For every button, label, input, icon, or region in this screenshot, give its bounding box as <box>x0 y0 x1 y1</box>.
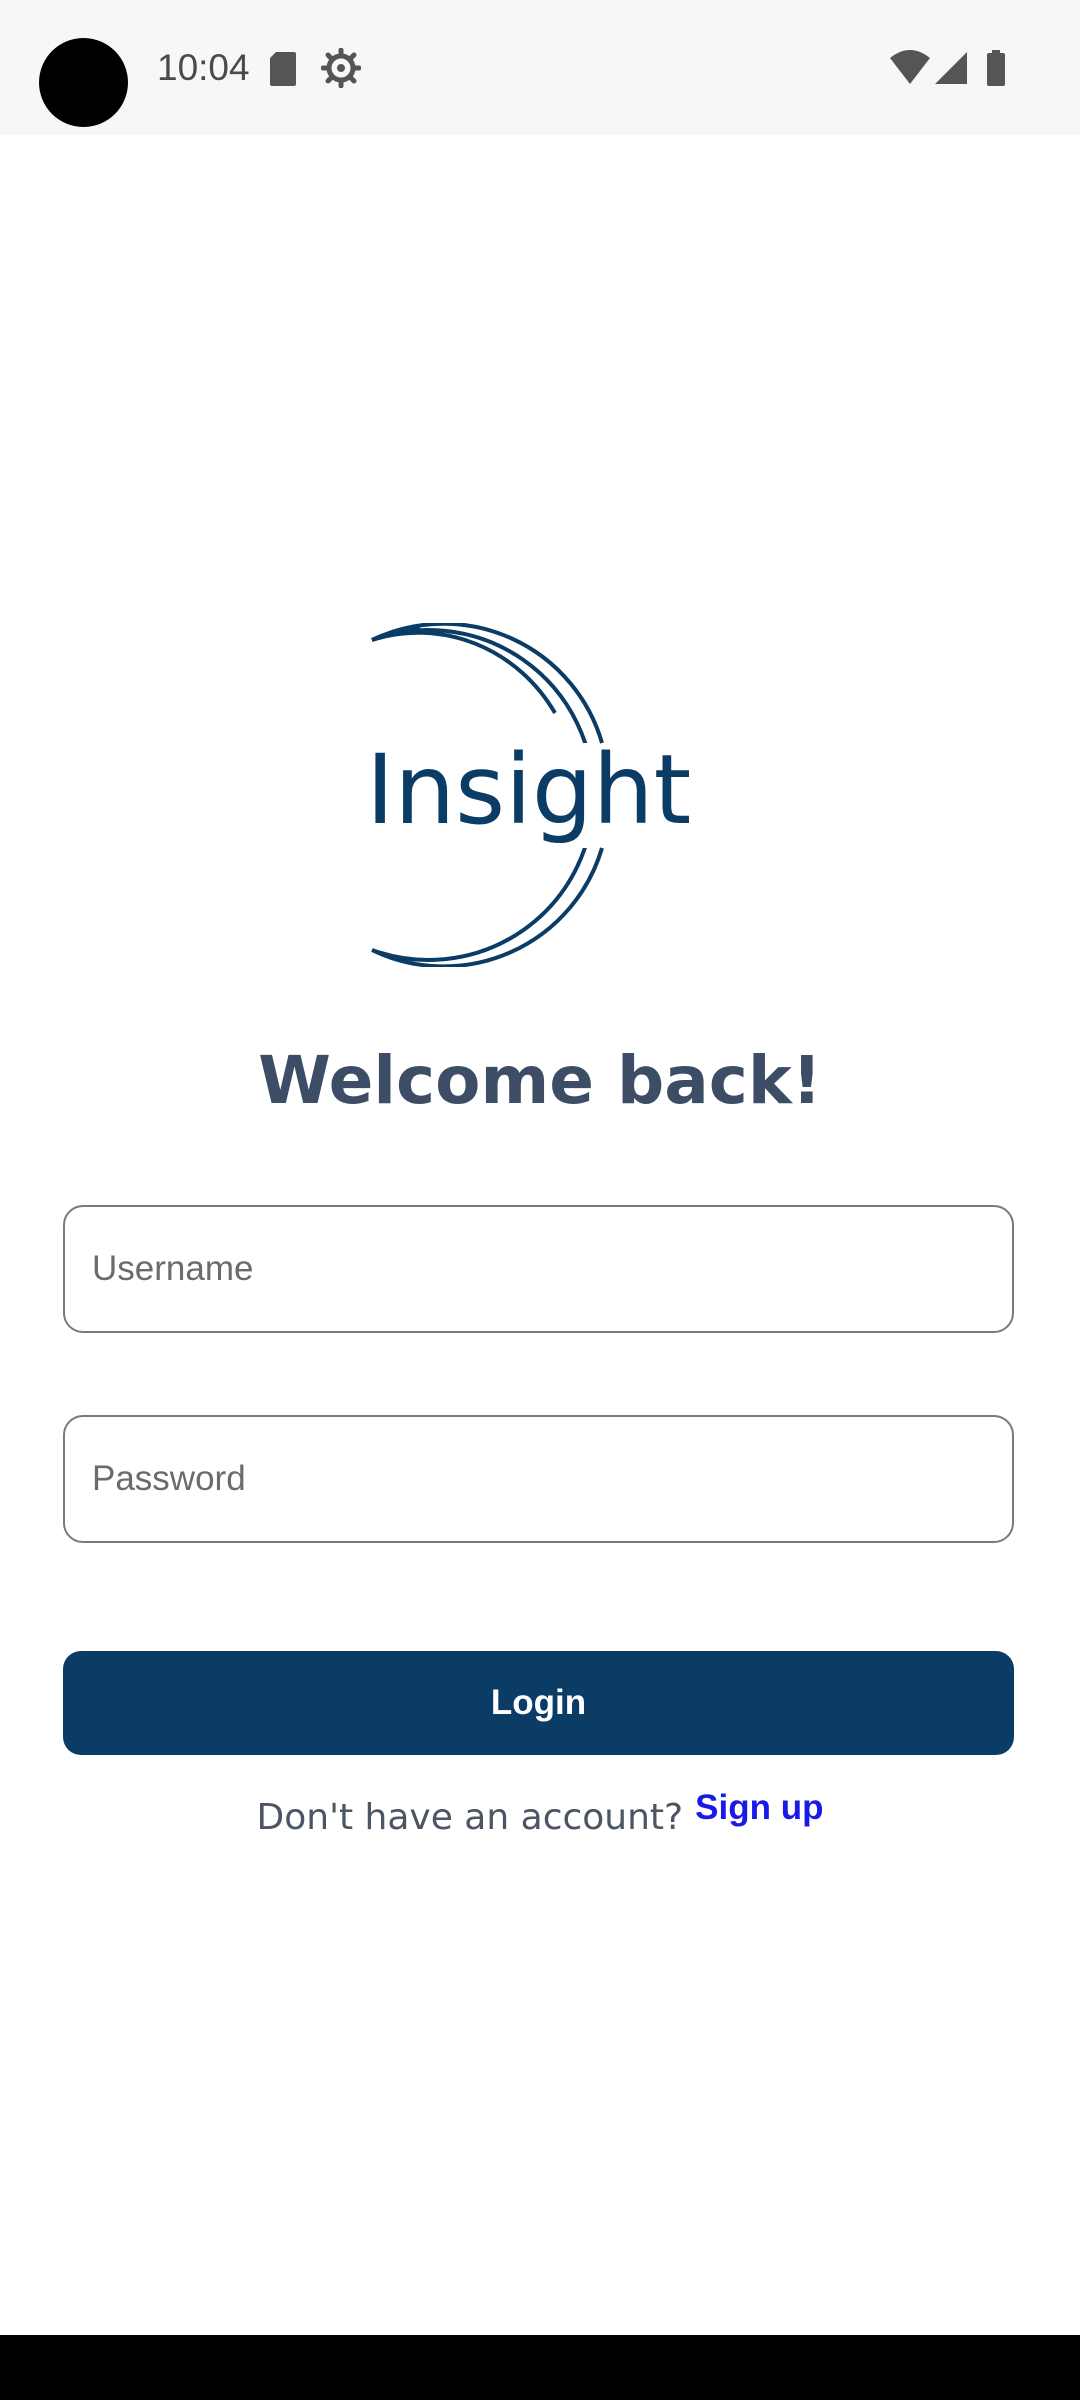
sd-card-icon <box>270 52 296 86</box>
home-indicator[interactable] <box>398 2255 682 2264</box>
signal-icon <box>935 52 967 84</box>
password-input[interactable] <box>90 1458 1012 1500</box>
password-field[interactable] <box>63 1415 1014 1543</box>
settings-icon <box>321 48 361 88</box>
signup-row: Don't have an account? Sign up <box>0 1785 1080 1851</box>
wifi-icon <box>890 50 930 84</box>
login-screen: 10:04 Insight Welcome back! Username Log… <box>0 0 1080 2400</box>
username-field[interactable] <box>63 1205 1014 1333</box>
camera-cutout <box>39 38 128 127</box>
battery-icon <box>987 50 1005 86</box>
signup-prompt: Don't have an account? <box>256 1797 684 1838</box>
insight-logo: Insight <box>360 623 720 967</box>
navigation-bar <box>0 2335 1080 2400</box>
signup-link[interactable]: Sign up <box>695 1783 823 1833</box>
status-time: 10:04 <box>157 47 250 88</box>
logo-text: Insight <box>366 734 691 846</box>
status-bar: 10:04 <box>0 0 1080 135</box>
login-button[interactable]: Login <box>63 1651 1014 1755</box>
welcome-title: Welcome back! <box>258 1042 822 1119</box>
username-input[interactable] <box>90 1248 1012 1290</box>
